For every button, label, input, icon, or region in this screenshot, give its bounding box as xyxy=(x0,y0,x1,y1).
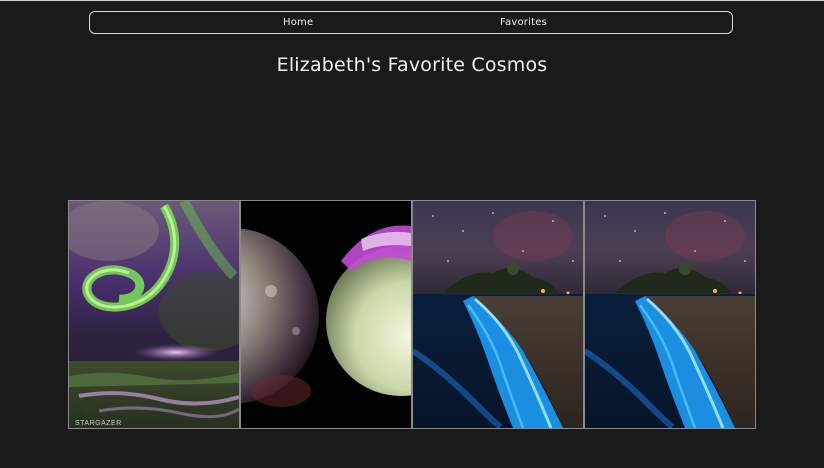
top-border xyxy=(0,0,824,1)
aurora-image xyxy=(69,201,239,428)
nav-home-link[interactable]: Home xyxy=(283,12,313,33)
gallery-image-beach[interactable] xyxy=(412,200,584,429)
gallery-image-aurora[interactable]: STARGAZER xyxy=(68,200,240,429)
page-title: Elizabeth's Favorite Cosmos xyxy=(276,54,548,76)
gallery-image-beach-2[interactable] xyxy=(584,200,756,429)
beach-image xyxy=(413,201,583,428)
beach-image-2 xyxy=(585,201,755,428)
image-gallery: STARGAZER xyxy=(68,200,756,429)
planets-image xyxy=(241,201,411,428)
top-nav: Home Favorites xyxy=(89,11,733,34)
gallery-image-planets[interactable] xyxy=(240,200,412,429)
image-watermark: STARGAZER xyxy=(75,420,122,427)
nav-favorites-link[interactable]: Favorites xyxy=(500,12,547,33)
